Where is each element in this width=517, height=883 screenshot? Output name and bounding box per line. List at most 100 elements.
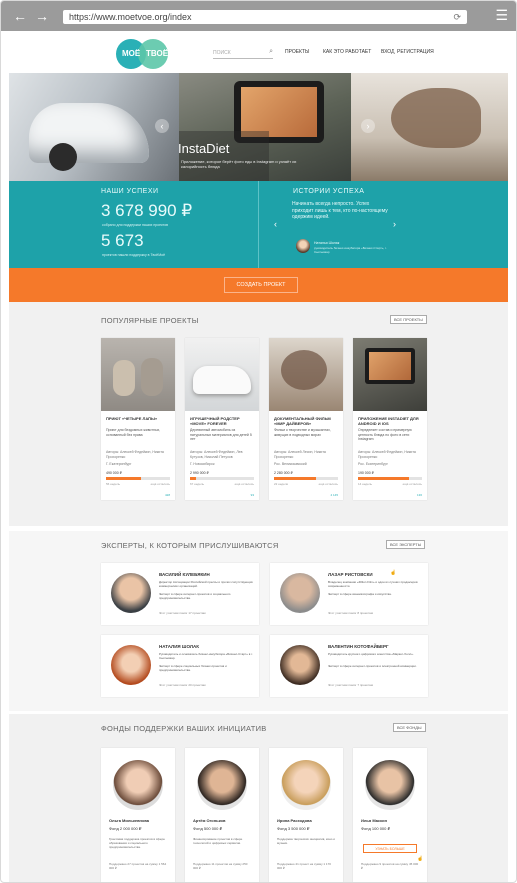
- project-progress: [106, 477, 170, 480]
- project-time-left: 14 недель: [358, 482, 373, 486]
- fund-avatar: [365, 760, 415, 810]
- fund-amount: Фонд 3 500 000 ₽: [277, 826, 310, 831]
- forward-arrow-icon[interactable]: →: [31, 8, 53, 24]
- project-authors: Авторы: Алексей Федейкин, Никита Прохоре…: [358, 450, 416, 459]
- slider-next-arrow-icon[interactable]: ›: [361, 119, 375, 133]
- nav-how-it-works[interactable]: КАК ЭТО РАБОТАЕТ: [323, 49, 371, 55]
- project-desc: Фильм о творчестве и музыкантах, живущих…: [274, 428, 331, 437]
- project-city: Г. Новосибирск: [190, 462, 215, 466]
- expert-name: НАТАЛИЯ ШОЛАК: [159, 644, 199, 649]
- expert-expertise: Эксперт в сфере интернет-проектов и элек…: [328, 664, 417, 668]
- project-status: ещё осталось: [318, 482, 338, 486]
- expert-helped: Этот участник помог 7 проектам: [328, 683, 373, 687]
- fund-avatar: [281, 760, 331, 810]
- expert-helped: Этот участник помог 8 проектам: [328, 611, 373, 615]
- progress-fill: [106, 477, 142, 480]
- slider-prev-arrow-icon[interactable]: ‹: [155, 119, 169, 133]
- popular-projects-section: ПОПУЛЯРНЫЕ ПРОЕКТЫ ВСЕ ПРОЕКТЫ ПРИЮТ «ЧЕ…: [9, 302, 508, 526]
- expert-card[interactable]: ВАЛЕНТИН КОТОФАЙБЕРГ Руководитель крупно…: [270, 635, 428, 697]
- nav-projects[interactable]: ПРОЕКТЫ: [285, 49, 309, 55]
- logo-text-left: МОЁ: [122, 49, 141, 58]
- story-avatar: [296, 239, 310, 253]
- expert-avatar: [280, 573, 320, 613]
- expert-card[interactable]: ЛАЗАР РИСТОВСКИ ☝ Владелец компании «Zil…: [270, 563, 428, 625]
- project-amount: 2 280 000 ₽: [274, 471, 293, 475]
- project-image-instadiet: [353, 338, 427, 411]
- project-city: Рос. Екатеринбург: [358, 462, 388, 466]
- hand-pointer-icon: ☝: [390, 570, 397, 576]
- fund-card[interactable]: Артём Огоньков Фонд 500 000 ₽ Финансиров…: [185, 748, 259, 882]
- project-desc: Деревянный автомобиль из натуральных мат…: [190, 428, 252, 441]
- cta-section: СОЗДАТЬ ПРОЕКТ: [9, 268, 508, 302]
- project-title: ДОКУМЕНТАЛЬНЫЙ ФИЛЬМ «МИР ДАЙВЕРОВ»: [274, 416, 331, 426]
- site-logo[interactable]: МОЁ ТВОЁ: [116, 39, 174, 69]
- stats-divider: [258, 181, 259, 268]
- fund-owner-name: Артём Огоньков: [193, 818, 226, 823]
- expert-expertise: Эксперт в сфере интернет-проектов и соци…: [159, 592, 231, 600]
- fund-owner-name: Ольга Милькевнова: [109, 818, 150, 823]
- address-bar[interactable]: https://www.moetvoe.org/index ⟳: [63, 10, 467, 24]
- project-card[interactable]: ПРИЛОЖЕНИЕ INSTADIET ДЛЯ ANDROID И IOS О…: [353, 338, 427, 500]
- site-header: МОЁ ТВОЁ ПОИСК ⌕ ПРОЕКТЫ КАК ЭТО РАБОТАЕ…: [9, 31, 508, 73]
- project-card[interactable]: ДОКУМЕНТАЛЬНЫЙ ФИЛЬМ «МИР ДАЙВЕРОВ» Филь…: [269, 338, 343, 500]
- project-views: 93: [250, 493, 254, 497]
- back-arrow-icon[interactable]: ←: [9, 8, 31, 24]
- create-project-button[interactable]: СОЗДАТЬ ПРОЕКТ: [224, 277, 298, 293]
- expert-position: Руководитель крупного цифрового агентств…: [328, 652, 414, 656]
- project-amount: 190 000 ₽: [358, 471, 374, 475]
- slide-caption-sub: Приложение, которое берёт фото еды в Ins…: [181, 159, 297, 169]
- project-city: Рос. Великокамский: [274, 462, 307, 466]
- stats-amount: 3 678 990 ₽: [101, 201, 193, 220]
- expert-card[interactable]: ВАСИЛИЙ КУЛЕБЯКИН Директор Ассоциации Ро…: [101, 563, 259, 625]
- project-views: 428: [164, 493, 170, 497]
- all-funds-button[interactable]: ВСЕ ФОНДЫ: [393, 723, 426, 732]
- search-input[interactable]: ПОИСК ⌕: [213, 48, 273, 59]
- project-card[interactable]: ПРИЮТ «ЧЕТЫРЕ ЛАПЫ» Приют для бездомных …: [101, 338, 175, 500]
- fund-amount: Фонд 100 000 ₽: [361, 826, 391, 831]
- all-experts-button[interactable]: ВСЕ ЭКСПЕРТЫ: [386, 540, 426, 549]
- expert-expertise: Эксперт в сфере социальных бизнес-проект…: [159, 664, 227, 672]
- progress-fill: [358, 477, 410, 480]
- browser-window: ← → https://www.moetvoe.org/index ⟳ ☰ МО…: [0, 0, 517, 883]
- project-image-diver: [269, 338, 343, 411]
- fund-card[interactable]: Ирина Расходова Фонд 3 500 000 ₽ Поддерж…: [269, 748, 343, 882]
- fund-desc: Поддержка творческих инициатив, кино и м…: [277, 837, 335, 845]
- browser-menu-icon[interactable]: ☰: [495, 7, 508, 24]
- stats-count-note: проектов нашли поддержку в ТвоёМоё: [102, 253, 166, 257]
- all-projects-button[interactable]: ВСЕ ПРОЕКТЫ: [390, 315, 427, 324]
- search-placeholder: ПОИСК: [213, 50, 231, 56]
- fund-amount: Фонд 2 000 000 ₽: [109, 826, 142, 831]
- funds-section: ФОНДЫ ПОДДЕРЖКИ ВАШИХ ИНИЦИАТИВ ВСЕ ФОНД…: [9, 714, 508, 882]
- project-authors: Авторы: Алексей Федейкин, Лев Кутузов, Н…: [190, 450, 243, 459]
- fund-supported: Поддержано 27 проектов на сумму 1 564 00…: [109, 862, 167, 870]
- project-time-left: 67 недель: [190, 482, 205, 486]
- fund-supported: Поддержано 9 проектов на сумму 45 000 ₽: [361, 862, 419, 870]
- project-views: 4 145: [330, 493, 338, 497]
- roadster-shape: [193, 366, 251, 394]
- project-status: ещё осталось: [402, 482, 422, 486]
- popular-projects-title: ПОПУЛЯРНЫЕ ПРОЕКТЫ: [101, 316, 199, 325]
- project-desc: Приют для бездомных животных, основанный…: [106, 428, 161, 437]
- fund-desc: Грантовая поддержка проектов в сфере обр…: [109, 837, 165, 849]
- fund-avatar: [197, 760, 247, 810]
- story-prev-arrow-icon[interactable]: ‹: [274, 219, 277, 229]
- story-next-arrow-icon[interactable]: ›: [393, 219, 396, 229]
- expert-card[interactable]: НАТАЛИЯ ШОЛАК Руководитель и основатель …: [101, 635, 259, 697]
- project-image-kittens: [101, 338, 175, 411]
- stats-count: 5 673: [101, 231, 144, 250]
- expert-position: Директор Ассоциации Российской прессы и …: [159, 580, 253, 588]
- search-icon[interactable]: ⌕: [269, 48, 273, 56]
- learn-more-button[interactable]: УЗНАТЬ БОЛЬШЕ: [363, 844, 417, 853]
- funds-title: ФОНДЫ ПОДДЕРЖКИ ВАШИХ ИНИЦИАТИВ: [101, 724, 267, 733]
- kitten-shape: [113, 360, 135, 396]
- reload-icon[interactable]: ⟳: [453, 10, 461, 24]
- fund-supported: Поддержано 11 проектов на сумму 250 000 …: [193, 862, 248, 870]
- nav-register[interactable]: РЕГИСТРАЦИЯ: [397, 49, 434, 55]
- experts-section: ЭКСПЕРТЫ, К КОТОРЫМ ПРИСЛУШИВАЮТСЯ ВСЕ Э…: [9, 531, 508, 711]
- fund-card[interactable]: Ольга Милькевнова Фонд 2 000 000 ₽ Грант…: [101, 748, 175, 882]
- project-card[interactable]: ИГРУШЕЧНЫЙ РОДСТЕР «MOVE» FOREVER Деревя…: [185, 338, 259, 500]
- project-status: ещё осталось: [150, 482, 170, 486]
- fund-card[interactable]: Илья Маскин Фонд 100 000 ₽ УЗНАТЬ БОЛЬШЕ…: [353, 748, 427, 882]
- progress-fill: [274, 477, 316, 480]
- slide-car: [9, 73, 179, 181]
